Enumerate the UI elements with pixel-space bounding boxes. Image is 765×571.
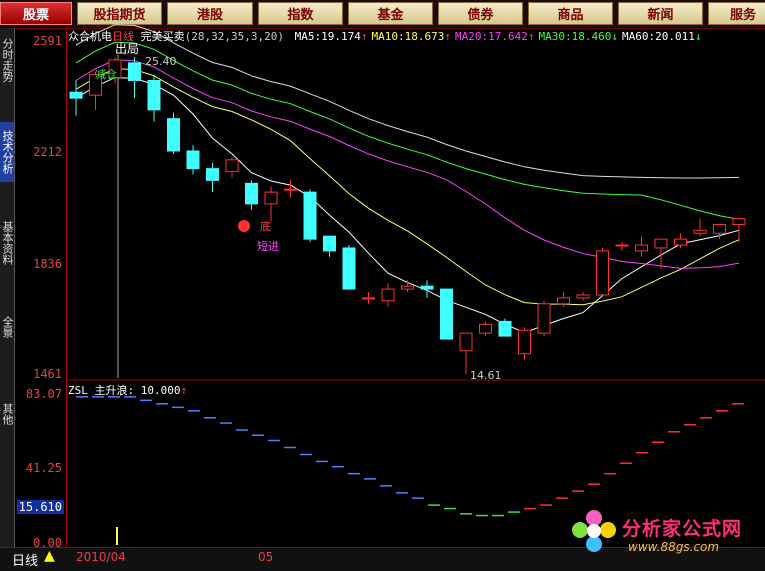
period-up-icon[interactable]: ▲ (44, 548, 55, 564)
chart-canvas[interactable] (0, 0, 765, 570)
exit-label: 出局 (115, 42, 140, 56)
candle-body (323, 235, 336, 252)
candle-body (186, 150, 200, 170)
candle-body (518, 329, 531, 355)
candle-body (557, 297, 570, 305)
watermark-brand: 分析家公式网 (622, 518, 743, 540)
candle-body (420, 285, 434, 290)
candle-body (69, 91, 83, 99)
candle-body (225, 159, 239, 173)
bottom-signal-icon (238, 220, 250, 232)
candle-body (381, 288, 395, 302)
candle-body (342, 247, 356, 290)
candle-body (245, 182, 258, 205)
candle-body (303, 191, 317, 240)
flower-logo-icon (572, 510, 616, 554)
candle-body (674, 238, 687, 246)
candle-body (206, 168, 219, 181)
candle-body (479, 323, 492, 334)
candle-body (576, 294, 590, 299)
candle-body (147, 79, 161, 111)
candle-body (401, 285, 414, 290)
reduce-label: 减仓 (95, 68, 117, 81)
candle-body (615, 244, 629, 247)
candle-body (596, 250, 609, 296)
candle-body (440, 288, 453, 340)
candle-body (128, 62, 141, 81)
candle-body (459, 332, 473, 352)
ma-line-0 (75, 77, 740, 334)
candle-body (537, 303, 551, 334)
watermark: 分析家公式网 www.88gs.com (568, 508, 763, 562)
date-label-1: 2010/04 (76, 550, 126, 564)
short-entry-label: 短进 (257, 240, 279, 253)
candle-body (732, 218, 746, 225)
candle-body (362, 297, 375, 300)
period-switch[interactable]: 日线 (12, 550, 38, 569)
candle-body (654, 238, 668, 249)
bottom-label: 底 (260, 220, 271, 233)
candle-body (693, 229, 707, 234)
candle-body (264, 191, 278, 205)
ma-line-2 (75, 59, 740, 269)
watermark-url: www.88gs.com (628, 540, 720, 554)
candle-body (167, 118, 180, 152)
candle-body (635, 244, 648, 252)
date-label-2: 05 (258, 550, 274, 564)
candle-body (498, 320, 512, 337)
candle-body (284, 188, 297, 191)
high-price-label: 25.40 (145, 55, 177, 68)
candle-body (713, 223, 726, 234)
low-price-label: 14.61 (470, 369, 502, 382)
ma-line-4 (75, 24, 740, 179)
ma-line-1 (75, 68, 740, 306)
